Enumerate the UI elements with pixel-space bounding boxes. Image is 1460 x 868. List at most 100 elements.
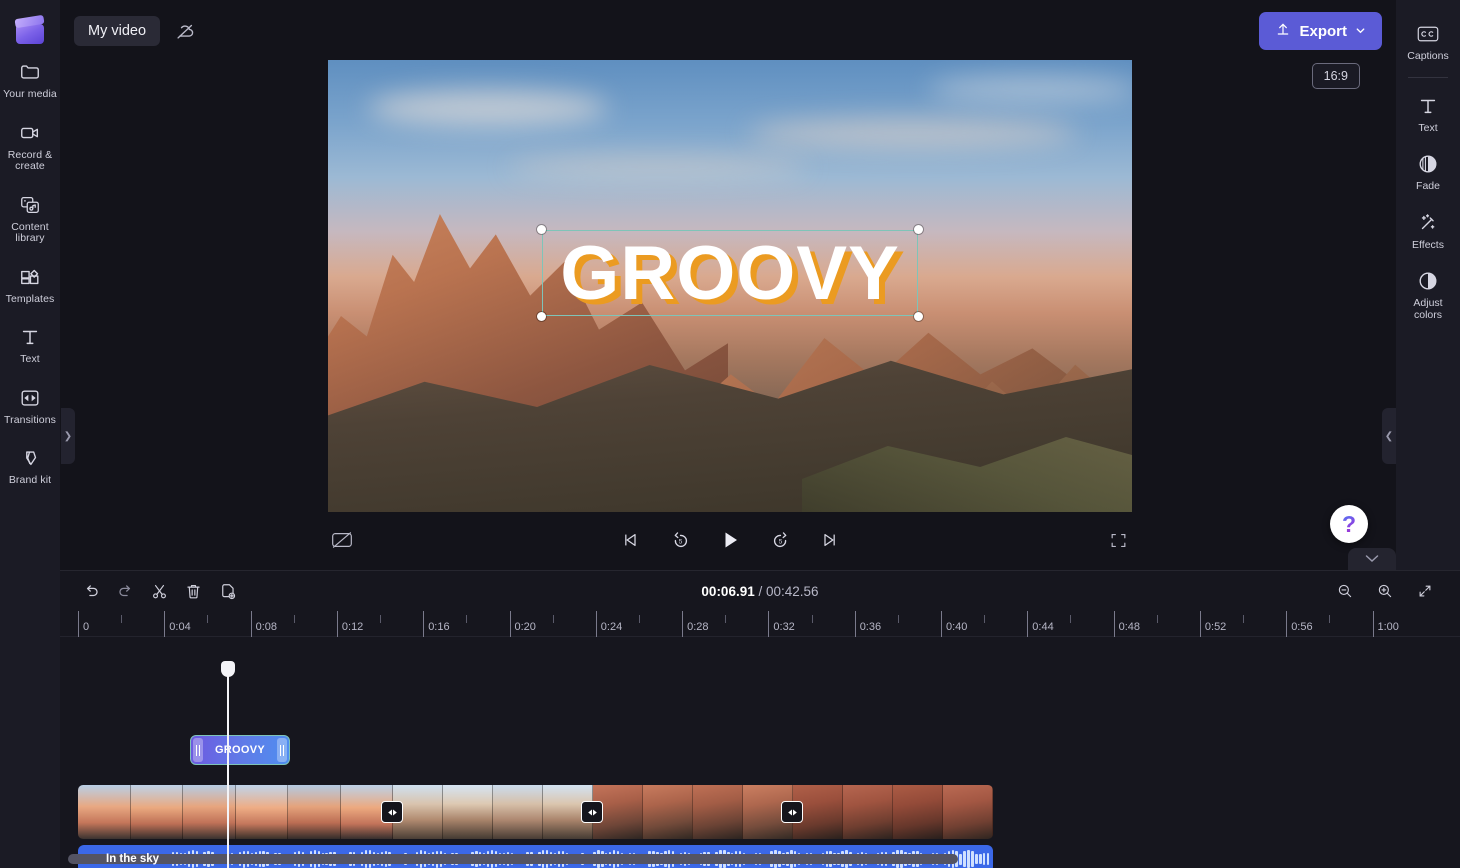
duplicate-icon[interactable]	[212, 576, 242, 606]
preview-panel: 16:9 GROOVY 5 5	[60, 50, 1396, 570]
text-overlay-selection[interactable]: GROOVY	[537, 225, 923, 321]
sidebar-item-brand-kit[interactable]: Brand kit	[0, 438, 60, 493]
ruler-minor-tick	[466, 615, 468, 623]
text-track: GROOVY	[60, 735, 1460, 769]
upload-arrow-icon	[1275, 21, 1291, 41]
cloud-shape	[748, 118, 1078, 148]
scrollbar-thumb[interactable]	[68, 854, 958, 864]
sidebar-item-label: Text	[20, 353, 40, 365]
captions-off-icon[interactable]	[328, 526, 356, 554]
ruler-tick: 0:20	[509, 611, 536, 637]
aspect-ratio-badge[interactable]: 16:9	[1311, 63, 1360, 89]
sidebar-item-your-media[interactable]: Your media	[0, 52, 60, 107]
video-camera-icon	[18, 121, 42, 145]
split-scissors-icon[interactable]	[144, 576, 174, 606]
resize-handle-top-left[interactable]	[537, 225, 546, 234]
closed-captions-icon	[1416, 22, 1440, 46]
trim-handle-right[interactable]	[277, 738, 287, 762]
ruler-minor-tick	[552, 615, 554, 623]
sidebar-item-text-right[interactable]: Text	[1398, 86, 1458, 141]
undo-icon[interactable]	[76, 576, 106, 606]
skip-to-start-icon[interactable]	[616, 526, 644, 554]
transition-2[interactable]	[581, 801, 603, 823]
help-button[interactable]: ?	[1330, 505, 1368, 543]
transition-1[interactable]	[381, 801, 403, 823]
timeline-zoom-controls	[1330, 576, 1444, 606]
ruler-tick: 0:28	[682, 611, 709, 637]
resize-handle-bottom-right[interactable]	[914, 312, 923, 321]
collapse-preview-panel-button[interactable]	[1348, 548, 1396, 570]
video-preview-stage[interactable]: GROOVY	[328, 60, 1132, 512]
video-clip-4[interactable]	[793, 785, 993, 839]
video-track	[78, 785, 993, 839]
fit-to-screen-icon[interactable]	[1410, 576, 1440, 606]
sidebar-item-transitions[interactable]: Transitions	[0, 378, 60, 433]
project-title[interactable]: My video	[74, 16, 161, 46]
delete-trash-icon[interactable]	[178, 576, 208, 606]
left-sidebar: Your media Record & create Content libra…	[0, 0, 60, 868]
selection-bounding-box	[542, 230, 918, 316]
text-t-icon	[1416, 94, 1440, 118]
templates-icon	[18, 265, 42, 289]
cloud-shape	[508, 156, 808, 178]
timeline-horizontal-scrollbar[interactable]	[68, 854, 1452, 864]
ruler-tick: 1:00	[1372, 611, 1399, 637]
rewind-5-icon[interactable]: 5	[666, 526, 694, 554]
resize-handle-top-right[interactable]	[914, 225, 923, 234]
timeline-ruler[interactable]: 0 0:04 0:08 0:12 0:16 0:20 0:24 0:28 0:32 0:36 0:4…	[60, 611, 1460, 637]
ruler-minor-tick	[1243, 615, 1245, 623]
video-clip-1[interactable]	[78, 785, 393, 839]
transition-3[interactable]	[781, 801, 803, 823]
ruler-tick: 0:24	[595, 611, 622, 637]
sidebar-item-fade[interactable]: Fade	[1398, 144, 1458, 199]
clipchamp-editor-window: Your media Record & create Content libra…	[0, 0, 1460, 868]
brand-kit-icon	[18, 446, 42, 470]
sidebar-item-record-create[interactable]: Record & create	[0, 113, 60, 179]
sidebar-item-label: Content library	[11, 220, 49, 244]
fullscreen-icon[interactable]	[1104, 526, 1132, 554]
cloud-shape	[368, 90, 608, 126]
zoom-in-icon[interactable]	[1370, 576, 1400, 606]
video-clip-3[interactable]	[593, 785, 793, 839]
clapperboard-logo-icon[interactable]	[14, 14, 46, 46]
content-library-icon	[18, 193, 42, 217]
text-t-icon	[18, 325, 42, 349]
cloud-off-icon[interactable]	[172, 18, 198, 44]
ruler-minor-tick	[293, 615, 295, 623]
sidebar-item-content-library[interactable]: Content library	[0, 185, 60, 251]
ruler-tick: 0	[78, 611, 89, 637]
timeline-toolbar: 00:06.91 / 00:42.56	[60, 571, 1460, 611]
export-button[interactable]: Export	[1259, 12, 1382, 50]
sidebar-item-label: Fade	[1416, 180, 1440, 192]
resize-handle-bottom-left[interactable]	[537, 312, 546, 321]
ruler-tick: 0:52	[1199, 611, 1226, 637]
sidebar-item-label: Captions	[1407, 50, 1449, 62]
text-clip-groovy[interactable]: GROOVY	[190, 735, 290, 765]
forward-5-icon[interactable]: 5	[766, 526, 794, 554]
zoom-out-icon[interactable]	[1330, 576, 1360, 606]
svg-text:5: 5	[778, 538, 782, 545]
sidebar-item-adjust-colors[interactable]: Adjust colors	[1398, 261, 1458, 327]
sidebar-item-effects[interactable]: Effects	[1398, 203, 1458, 258]
export-label: Export	[1299, 22, 1347, 40]
chevron-down-icon	[1365, 550, 1379, 568]
play-button[interactable]	[716, 526, 744, 554]
ruler-minor-tick	[897, 615, 899, 623]
ruler-tick: 0:40	[941, 611, 967, 637]
sidebar-divider	[1408, 76, 1448, 78]
sidebar-item-label: Record & create	[7, 148, 53, 172]
total-time: 00:42.56	[766, 583, 819, 599]
video-clip-2[interactable]	[393, 785, 593, 839]
trim-handle-left[interactable]	[193, 738, 203, 762]
skip-to-end-icon[interactable]	[816, 526, 844, 554]
sidebar-item-captions[interactable]: Captions	[1398, 14, 1458, 69]
ruler-tick: 0:48	[1113, 611, 1140, 637]
redo-icon[interactable]	[110, 576, 140, 606]
text-clip-label: GROOVY	[214, 744, 266, 756]
sidebar-item-templates[interactable]: Templates	[0, 257, 60, 312]
current-time: 00:06.91	[701, 583, 755, 599]
sidebar-item-text[interactable]: Text	[0, 317, 60, 372]
question-mark-icon: ?	[1341, 510, 1357, 537]
sidebar-item-label: Brand kit	[8, 474, 52, 486]
sidebar-item-label: Adjust colors	[1413, 297, 1443, 321]
